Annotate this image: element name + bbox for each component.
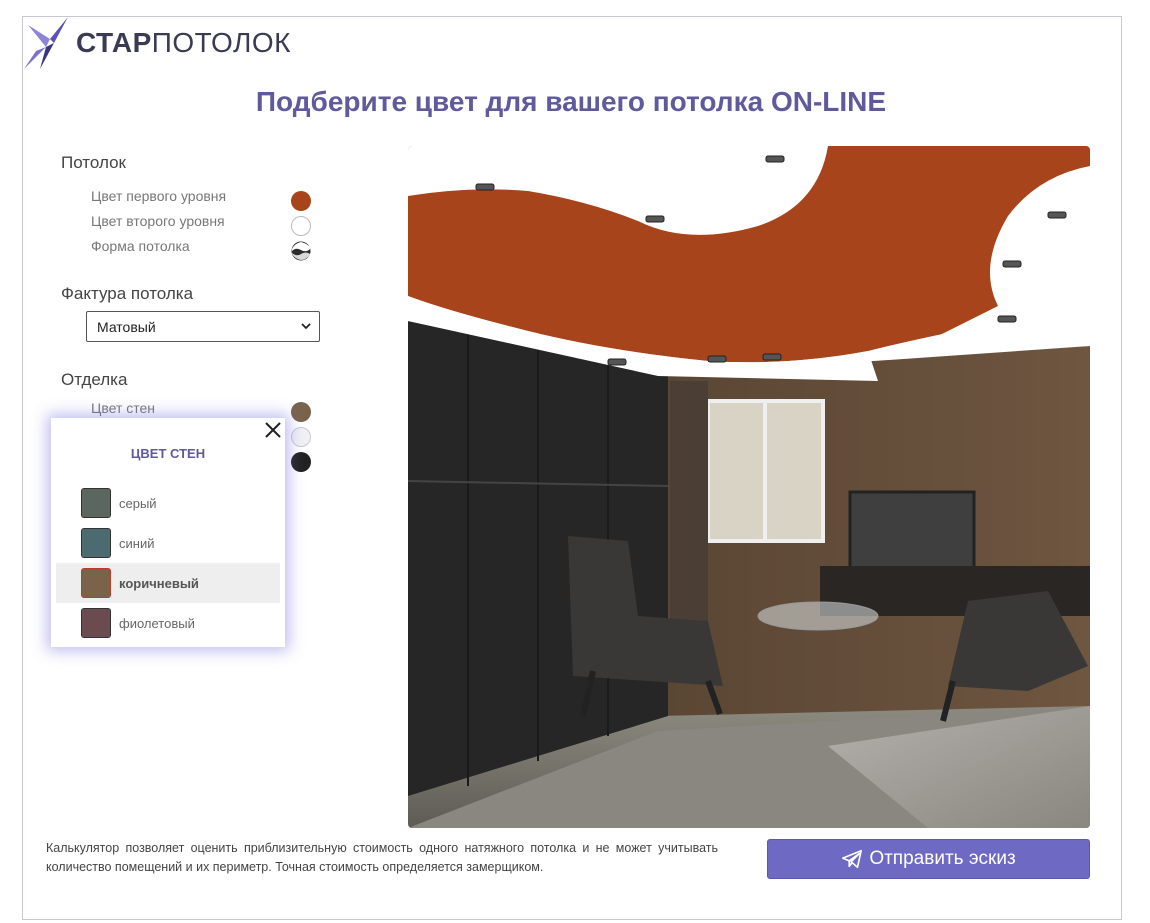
star-logo-icon [24,17,68,69]
room-visualization [408,146,1090,828]
brand-name-bold: СТАР [76,27,152,58]
wall-color-option-brown[interactable]: коричневый [56,563,280,603]
calculator-disclaimer: Калькулятор позволяет оценить приблизите… [46,841,718,874]
wall-color-label[interactable]: Цвет стен [91,400,155,416]
second-level-color-label[interactable]: Цвет второго уровня [91,213,225,229]
ceiling-shape-label[interactable]: Форма потолка [91,238,190,254]
color-option-label: синий [119,535,155,551]
color-option-label: фиолетовый [119,615,195,631]
send-sketch-button[interactable]: Отправить эскиз [767,839,1090,879]
second-level-color-swatch[interactable] [291,216,311,236]
color-option-label: серый [119,495,157,511]
color-swatch [81,528,111,558]
close-icon[interactable] [263,420,283,440]
color-swatch [81,608,111,638]
brand-logo[interactable]: СТАРПОТОЛОК [24,17,291,69]
wall-color-option-purple[interactable]: фиолетовый [56,603,280,643]
texture-select-value: Матовый [97,319,156,335]
wall-color-popup: ЦВЕТ СТЕН серый синий коричневый фиолето… [51,418,285,647]
wall-color-swatch[interactable] [291,402,311,422]
finish-section-title: Отделка [61,370,128,389]
page-title: Подберите цвет для вашего потолка ON-LIN… [255,86,887,117]
texture-select[interactable]: Матовый [86,311,320,342]
brand-name: СТАРПОТОЛОК [76,27,291,59]
paper-plane-icon [842,849,863,869]
finish-option-3-swatch[interactable] [291,452,311,472]
wall-color-option-gray[interactable]: серый [56,483,280,523]
popup-title: ЦВЕТ СТЕН [130,446,206,461]
texture-section-title: Фактура потолка [61,284,194,303]
color-option-label: коричневый [119,575,199,591]
finish-option-2-swatch[interactable] [291,427,311,447]
first-level-color-swatch[interactable] [291,191,311,211]
brand-name-light: ПОТОЛОК [151,27,291,58]
ceiling-shape-icon[interactable] [291,241,311,261]
chevron-down-icon [301,323,311,330]
wall-color-option-blue[interactable]: синий [56,523,280,563]
send-sketch-label: Отправить эскиз [869,848,1016,869]
color-swatch [81,568,111,598]
color-swatch [81,488,111,518]
first-level-color-label[interactable]: Цвет первого уровня [91,188,226,204]
ceiling-section-title: Потолок [61,153,126,172]
